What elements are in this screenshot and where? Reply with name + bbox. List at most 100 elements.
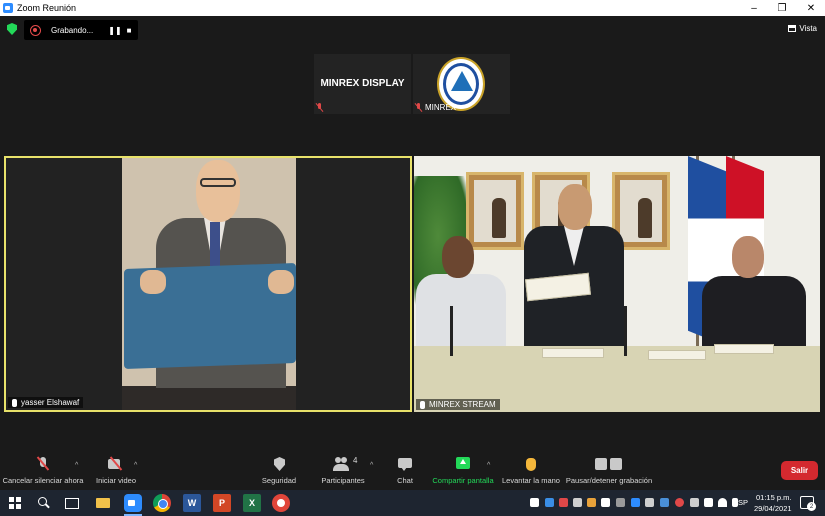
participants-label: Participantes — [321, 476, 365, 485]
thumbnail-display-name: MINREX DISPLAY — [320, 78, 405, 89]
share-screen-icon — [453, 456, 473, 472]
room-floor — [122, 386, 296, 410]
clock-time[interactable]: 01:15 p.m. — [756, 493, 791, 502]
windows-taskbar: W P X ESP 01:15 p.m. 29/04/2021 2 — [0, 490, 825, 516]
gallery-view-icon — [788, 25, 797, 32]
wifi-icon[interactable] — [718, 498, 727, 507]
close-window-button[interactable]: ✕ — [797, 0, 825, 16]
language-indicator[interactable]: ESP — [733, 498, 748, 507]
tray-zoom-icon[interactable] — [631, 498, 640, 507]
window-title: Zoom Reunión — [17, 3, 77, 13]
raise-hand-icon — [521, 456, 541, 472]
recording-controls-icon — [595, 456, 623, 472]
maximize-button[interactable]: ❐ — [768, 0, 796, 16]
view-label: Vista — [799, 24, 817, 33]
recording-status: Grabando... — [51, 25, 94, 35]
start-video-button[interactable]: Iniciar video — [94, 456, 138, 490]
meeting-top-bar: Grabando... ❚❚ ■ Vista — [0, 16, 825, 44]
pause-stop-recording-label: Pausar/detener grabación — [565, 476, 653, 485]
share-screen-button[interactable]: Compartir pantalla — [432, 456, 494, 490]
participant-thumbnail-minrex[interactable]: MINREX — [413, 54, 510, 114]
person-hand-left — [140, 270, 166, 294]
recording-icon — [30, 24, 41, 36]
chrome-icon[interactable] — [153, 494, 171, 512]
unmute-button[interactable]: Cancelar silenciar ahora — [2, 456, 84, 490]
start-video-label: Iniciar video — [95, 476, 137, 485]
muted-mic-icon — [316, 103, 323, 112]
audio-options-caret[interactable]: ^ — [75, 462, 78, 469]
view-button[interactable]: Vista — [788, 24, 817, 33]
title-bar: Zoom Reunión – ❐ ✕ — [0, 0, 825, 16]
raise-hand-button[interactable]: Levantar la mano — [502, 456, 560, 490]
participant-name: MINREX STREAM — [429, 400, 496, 409]
video-options-caret[interactable]: ^ — [134, 462, 137, 469]
red-app-icon[interactable] — [272, 494, 290, 512]
tray-app-icon-7[interactable] — [616, 498, 625, 507]
notifications-count: 2 — [807, 502, 816, 511]
encryption-shield-icon[interactable] — [7, 23, 17, 35]
video-off-icon — [106, 456, 126, 472]
participant-name: yasser Elshawaf — [21, 398, 80, 407]
tray-app-icon-1[interactable] — [530, 498, 539, 507]
share-options-caret[interactable]: ^ — [487, 462, 490, 469]
clock-date[interactable]: 29/04/2021 — [754, 504, 792, 513]
tile-name-label: yasser Elshawaf — [8, 397, 84, 408]
task-view-icon[interactable] — [62, 494, 80, 512]
participants-button[interactable]: 4 Participantes — [318, 456, 368, 490]
leave-meeting-button[interactable]: Salir — [781, 461, 818, 480]
share-screen-label: Compartir pantalla — [432, 476, 494, 485]
participant-thumbnail-minrex-display[interactable]: MINREX DISPLAY — [314, 54, 411, 114]
person-hand-right — [268, 270, 294, 294]
table-paper-2 — [648, 350, 706, 360]
shield-icon — [269, 456, 289, 472]
tray-app-icon-11[interactable] — [690, 498, 699, 507]
muted-mic-icon — [415, 103, 422, 112]
zoom-app-icon — [3, 3, 13, 13]
unmute-label: Cancelar silenciar ahora — [2, 476, 84, 485]
windows-start-icon[interactable] — [6, 494, 24, 512]
chat-icon — [395, 456, 415, 472]
tray-app-icon-4[interactable] — [573, 498, 582, 507]
powerpoint-icon[interactable]: P — [213, 494, 231, 512]
stop-recording-button[interactable]: ■ — [124, 25, 134, 35]
raise-hand-label: Levantar la mano — [502, 476, 560, 485]
table-paper-3 — [714, 344, 774, 354]
excel-icon[interactable]: X — [243, 494, 261, 512]
search-icon[interactable] — [34, 494, 52, 512]
video-tile-yasser[interactable]: yasser Elshawaf — [4, 156, 412, 412]
tray-app-icon-6[interactable] — [601, 498, 610, 507]
mic-icon — [12, 398, 17, 407]
participants-icon: 4 — [333, 456, 357, 472]
table-paper-1 — [542, 348, 604, 358]
tray-app-icon-8[interactable] — [645, 498, 654, 507]
microphone-stand-1 — [450, 306, 453, 356]
chat-button[interactable]: Chat — [395, 456, 415, 490]
meeting-toolbar: Cancelar silenciar ahora ^ Iniciar video… — [0, 452, 825, 490]
thumbnail-mute-status — [316, 103, 326, 112]
thumbnail-name: MINREX — [425, 103, 457, 112]
chat-label: Chat — [397, 476, 413, 485]
word-icon[interactable]: W — [183, 494, 201, 512]
security-button[interactable]: Seguridad — [260, 456, 298, 490]
microphone-stand-2 — [624, 306, 627, 356]
mic-icon — [420, 400, 425, 409]
file-explorer-icon[interactable] — [94, 494, 112, 512]
pause-recording-button[interactable]: ❚❚ — [108, 25, 121, 35]
tray-app-icon-2[interactable] — [545, 498, 554, 507]
zoom-window: Zoom Reunión – ❐ ✕ Grabando... ❚❚ ■ Vist… — [0, 0, 825, 516]
recording-indicator: Grabando... ❚❚ ■ — [24, 20, 138, 40]
participants-count: 4 — [353, 456, 358, 465]
tray-app-icon-3[interactable] — [559, 498, 568, 507]
video-tile-minrex-stream[interactable]: MINREX STREAM — [414, 156, 820, 412]
tray-app-icon-10[interactable] — [675, 498, 684, 507]
person-glasses — [200, 178, 236, 187]
minimize-button[interactable]: – — [740, 0, 768, 16]
battery-icon[interactable] — [704, 498, 713, 507]
tray-app-icon-9[interactable] — [660, 498, 669, 507]
zoom-taskbar-icon[interactable] — [124, 494, 142, 512]
tile-name-label: MINREX STREAM — [416, 399, 500, 410]
participants-options-caret[interactable]: ^ — [370, 462, 373, 469]
pause-stop-recording-button[interactable]: Pausar/detener grabación — [565, 456, 653, 490]
muted-microphone-icon — [33, 456, 53, 472]
tray-app-icon-5[interactable] — [587, 498, 596, 507]
